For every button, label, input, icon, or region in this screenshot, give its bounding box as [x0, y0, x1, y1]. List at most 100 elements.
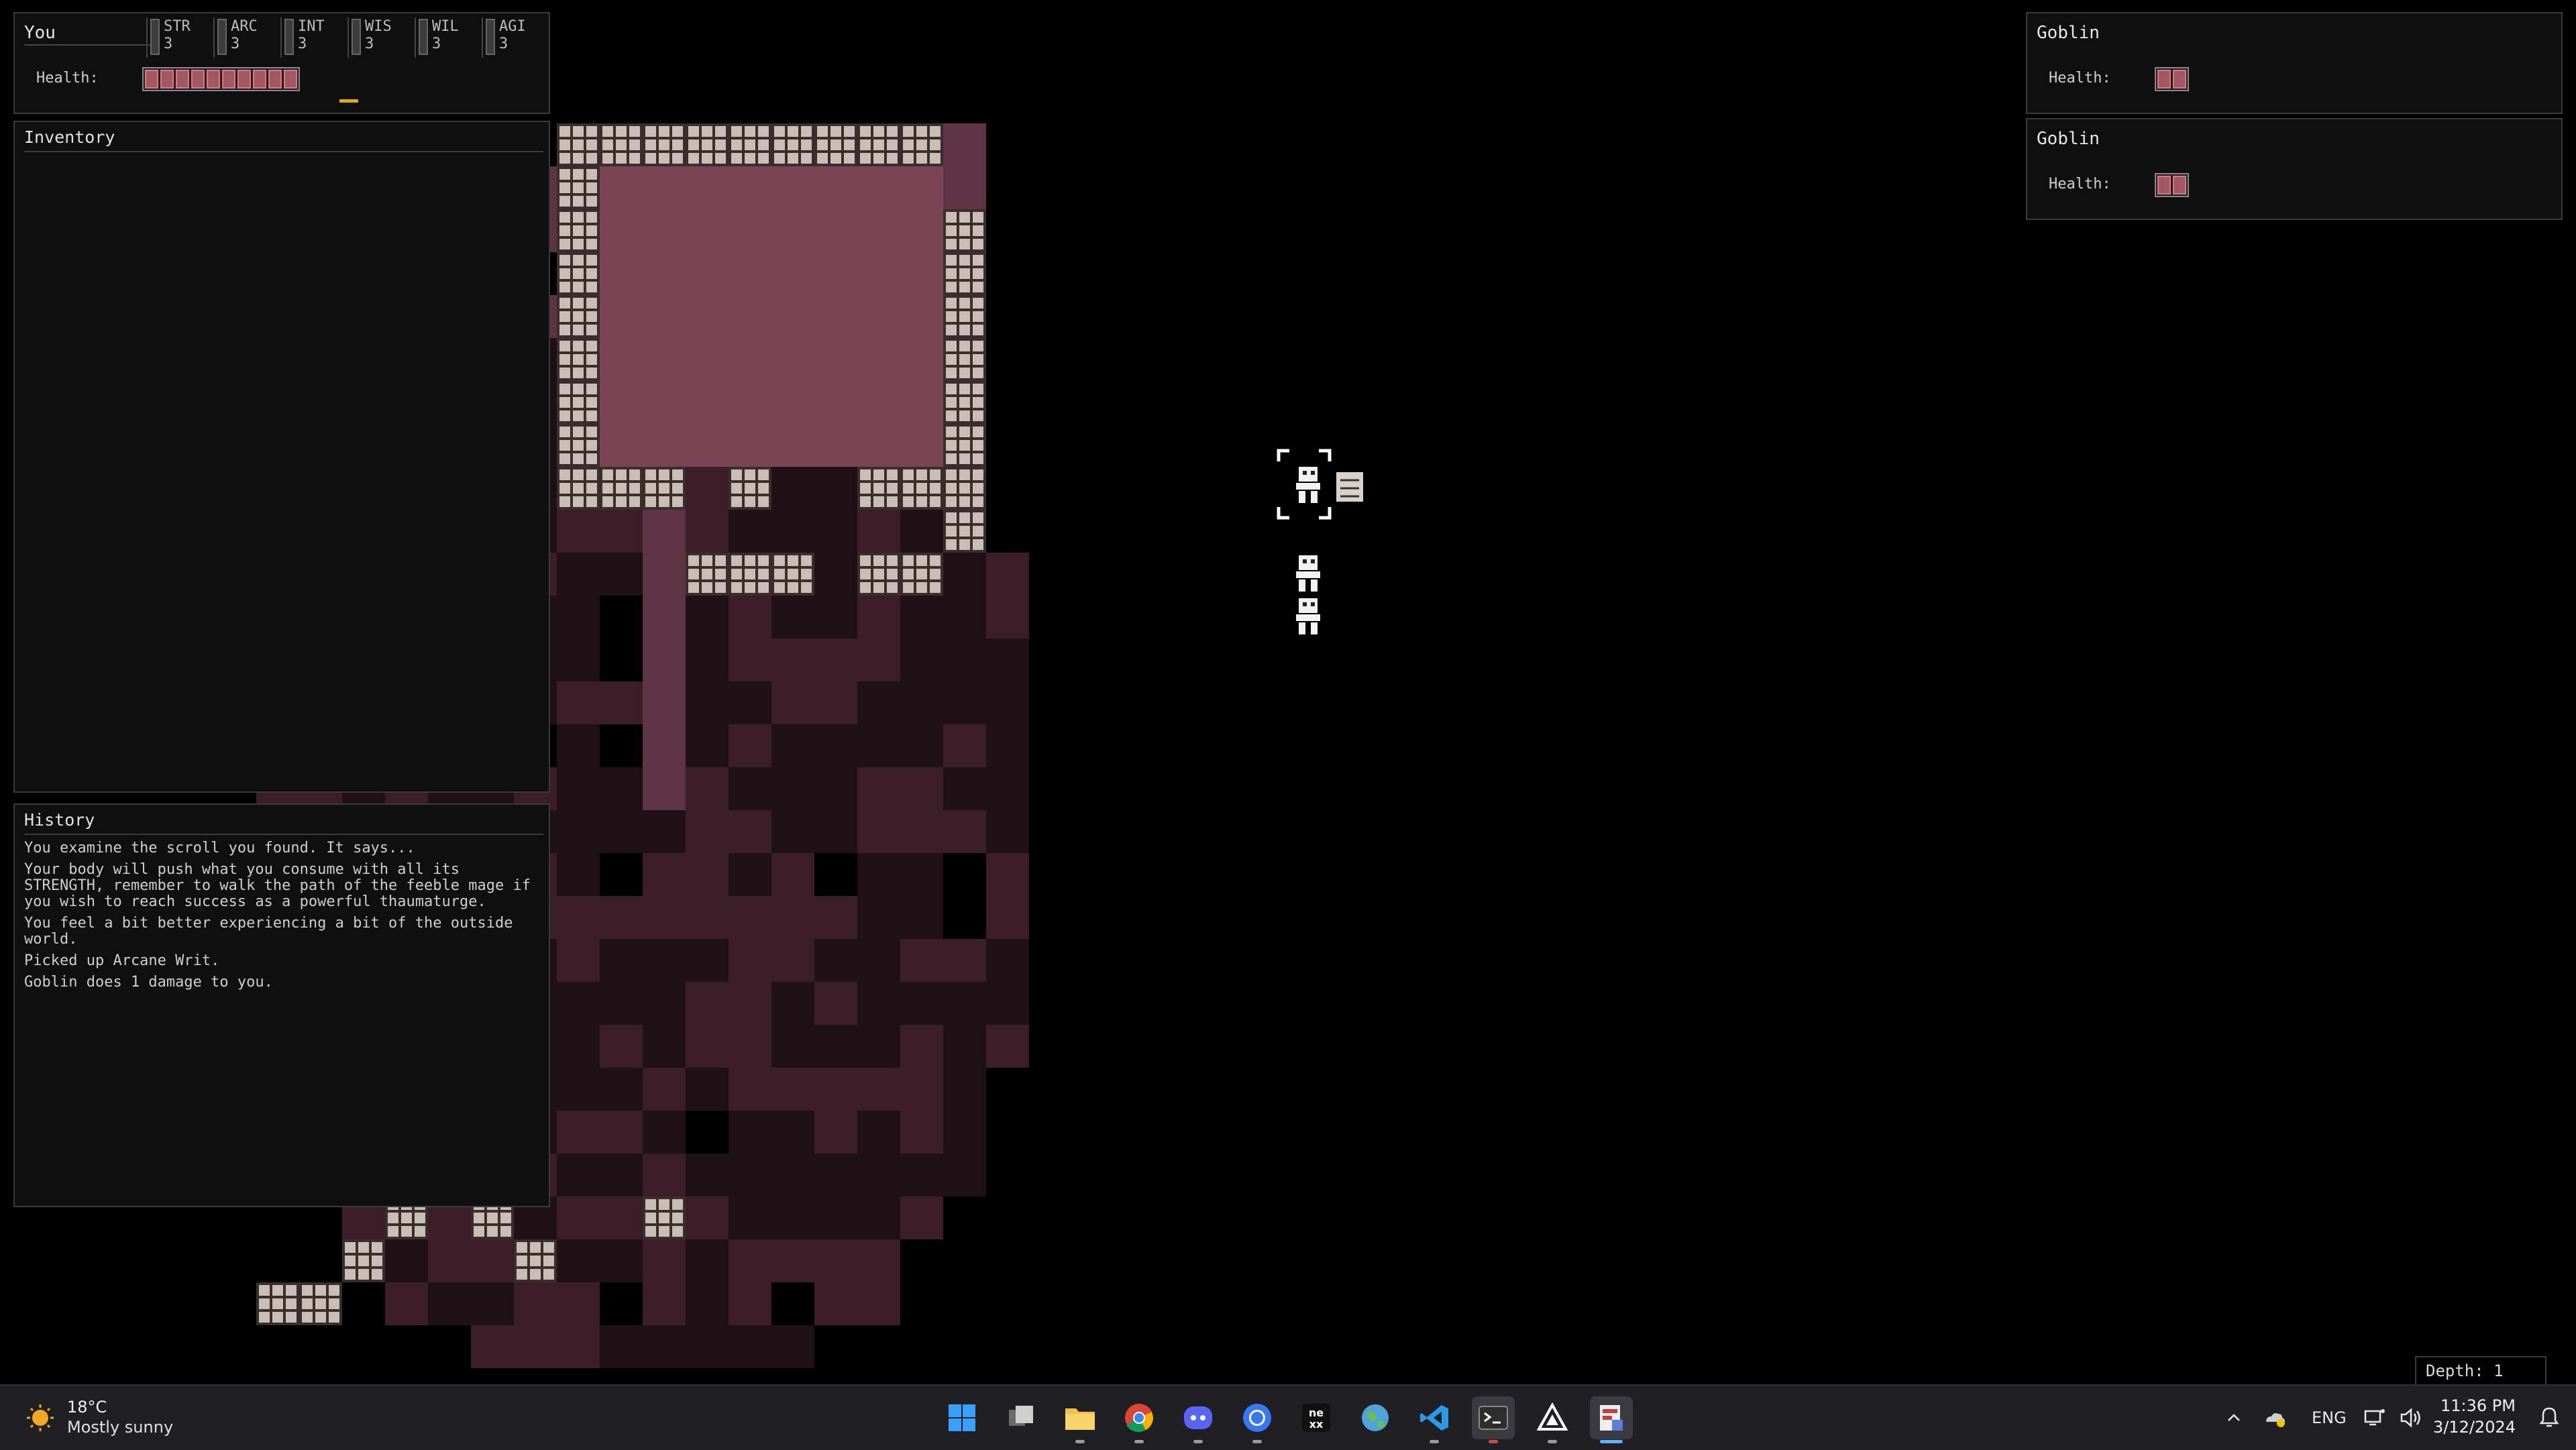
cave-floor-tile [643, 1325, 686, 1368]
wall-brick [774, 140, 785, 150]
wall-brick [372, 1242, 382, 1253]
room-floor-tile [771, 209, 814, 252]
wall-brick [817, 153, 828, 164]
wall-brick [559, 239, 570, 249]
cave-floor-tile [986, 1025, 1029, 1068]
wall-brick [973, 397, 983, 408]
lit-floor-tile [643, 596, 686, 638]
cave-floor-tile [857, 982, 900, 1025]
wall-brick [688, 569, 699, 579]
cave-floor-tile [557, 1025, 600, 1068]
cave-floor-tile [900, 596, 943, 638]
wall-brick [500, 1213, 511, 1223]
notification-bell-icon[interactable] [2537, 1406, 2561, 1430]
player-sprite[interactable] [1296, 467, 1320, 503]
wall-brick [586, 410, 597, 421]
goblin-sprite[interactable] [1296, 598, 1320, 634]
weather-temperature[interactable]: 18°C [67, 1398, 107, 1416]
wall-brick [758, 140, 769, 150]
wall-brick [573, 311, 584, 322]
wall-brick [372, 1269, 382, 1280]
health-pip [2173, 176, 2186, 194]
cave-floor-tile [814, 939, 857, 982]
enemy-health-label: Health: [2049, 176, 2111, 192]
wall-brick [586, 483, 597, 494]
room-floor-tile [900, 338, 943, 381]
nexus-mods-icon: ne xx [1302, 1404, 1330, 1432]
chevron-up-icon[interactable] [2224, 1408, 2243, 1427]
signal-icon [1243, 1404, 1271, 1432]
history-line: You examine the scroll you found. It say… [24, 840, 415, 856]
wall-brick [616, 469, 627, 480]
start-button[interactable] [941, 1396, 983, 1439]
cave-floor-tile [600, 1325, 643, 1368]
network-icon[interactable] [2363, 1406, 2387, 1430]
affinity-button[interactable] [1531, 1396, 1574, 1443]
cave-floor-tile [900, 681, 943, 724]
onedrive-icon[interactable] [2262, 1406, 2286, 1430]
cave-floor-tile [771, 810, 814, 853]
terminal-button[interactable] [1472, 1396, 1515, 1443]
wall-brick [559, 282, 570, 292]
wall-brick [930, 555, 941, 566]
wall-brick [672, 1226, 683, 1237]
wall-brick [272, 1312, 283, 1323]
wall-brick [959, 526, 970, 537]
game-button[interactable] [1590, 1396, 1633, 1443]
running-indicator [1252, 1440, 1262, 1443]
lit-floor-tile [943, 123, 986, 166]
language-indicator[interactable]: ENG [2312, 1408, 2347, 1427]
wall-brick [946, 225, 957, 236]
wall-brick [946, 440, 957, 451]
wall-brick [930, 153, 941, 164]
chrome-button[interactable] [1118, 1396, 1161, 1443]
cave-floor-tile [943, 1111, 986, 1154]
wall-brick [745, 569, 755, 579]
wall-brick [559, 196, 570, 207]
wall-brick [903, 153, 914, 164]
cave-floor-tile [557, 939, 600, 982]
health-pip [268, 70, 282, 89]
nexus-button[interactable]: ne xx [1295, 1396, 1338, 1439]
wall-brick [559, 483, 570, 494]
cave-floor-tile [771, 767, 814, 810]
volume-icon[interactable] [2399, 1406, 2423, 1430]
wall-brick [286, 1312, 297, 1323]
cave-floor-tile [557, 1196, 600, 1239]
cave-floor-tile [686, 638, 729, 681]
wall-brick [573, 341, 584, 351]
discord-button[interactable] [1177, 1396, 1220, 1443]
health-pip [222, 70, 235, 89]
clock-time[interactable]: 11:36 PM [2440, 1396, 2516, 1415]
wall-brick [345, 1269, 356, 1280]
wall-brick [573, 255, 584, 266]
goblin-sprite[interactable] [1296, 555, 1320, 592]
wall-brick [586, 225, 597, 236]
wall-brick [500, 1226, 511, 1237]
room-floor-tile [643, 295, 686, 338]
clock-date[interactable]: 3/12/2024 [2433, 1418, 2516, 1437]
wall-brick [946, 496, 957, 507]
cave-floor-tile [600, 1196, 643, 1239]
signal-button[interactable] [1236, 1396, 1279, 1443]
wall-brick [715, 569, 726, 579]
wall-brick [629, 483, 640, 494]
scroll-item[interactable] [1336, 472, 1363, 502]
wall-brick [302, 1298, 313, 1309]
weather-description[interactable]: Mostly sunny [67, 1418, 173, 1437]
wall-brick [259, 1285, 270, 1296]
enemy-health-bar [2155, 173, 2189, 197]
cave-floor-tile [643, 939, 686, 982]
file-explorer-button[interactable] [1059, 1396, 1102, 1443]
vscode-button[interactable] [1413, 1396, 1456, 1443]
wall-brick [745, 496, 755, 507]
task-view-button[interactable] [1000, 1396, 1042, 1439]
globe-app-button[interactable] [1354, 1396, 1397, 1439]
wall-brick [959, 268, 970, 279]
stat-value: 3 [499, 36, 508, 52]
stat-str: STR 3 [146, 17, 211, 58]
wall-brick [731, 555, 742, 566]
wall-brick [916, 153, 927, 164]
wall-brick [401, 1226, 412, 1237]
wall-brick [659, 1226, 669, 1237]
